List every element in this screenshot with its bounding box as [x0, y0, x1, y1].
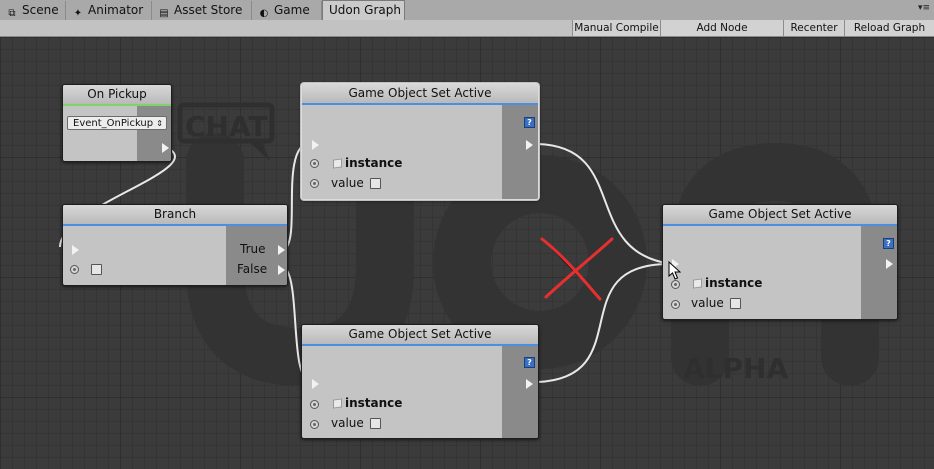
flow-output-port[interactable] [886, 259, 893, 269]
tab-scene[interactable]: ⧉ Scene [0, 1, 66, 20]
instance-label: instance [705, 276, 763, 290]
recenter-button[interactable]: Recenter [783, 20, 844, 36]
condition-input-port[interactable] [70, 265, 79, 274]
alpha-label: ALPHA [683, 352, 788, 385]
reload-graph-button[interactable]: Reload Graph [844, 20, 934, 36]
value-checkbox[interactable] [730, 298, 741, 309]
animator-icon: ✦ [73, 8, 83, 19]
value-label: value [331, 176, 364, 190]
gameobject-icon [333, 158, 342, 169]
scene-icon: ⧉ [8, 8, 16, 19]
manual-compile-button[interactable]: Manual Compile [572, 20, 660, 36]
tab-label: Udon Graph [329, 3, 401, 17]
tab-label: Asset Store [174, 3, 243, 17]
false-output-label: False [237, 262, 268, 276]
chat-logo-text: CHAT [185, 110, 268, 143]
flow-output-port[interactable] [526, 379, 533, 389]
event-name-dropdown[interactable]: Event_OnPickup ⇕ [67, 116, 167, 130]
tab-asset-store[interactable]: ▤ Asset Store [152, 1, 252, 20]
node-title: Game Object Set Active [302, 325, 538, 346]
node-branch[interactable]: Branch True False [62, 204, 288, 286]
help-icon[interactable]: ? [883, 238, 894, 249]
add-node-button[interactable]: Add Node [660, 20, 783, 36]
help-icon[interactable]: ? [524, 357, 535, 368]
node-title: Branch [63, 205, 287, 226]
value-input-port[interactable] [310, 179, 319, 188]
instance-input-port[interactable] [310, 400, 319, 409]
dropdown-value: Event_OnPickup [73, 118, 154, 129]
condition-checkbox[interactable] [91, 264, 102, 275]
tab-label: Animator [88, 3, 144, 17]
node-title: On Pickup [63, 85, 171, 106]
value-checkbox[interactable] [370, 418, 381, 429]
editor-tab-bar: ⧉ Scene ✦ Animator ▤ Asset Store ◐ Game Udon… [0, 0, 934, 21]
graph-toolbar: Manual Compile Add Node Recenter Reload … [0, 20, 934, 37]
gameobject-icon [693, 278, 702, 289]
udon-graph-canvas[interactable]: CHAT ALPHA On Pickup Event_OnPickup ⇕ Br… [0, 37, 934, 469]
help-icon[interactable]: ? [524, 117, 535, 128]
tab-animator[interactable]: ✦ Animator [66, 1, 152, 20]
value-label: value [331, 416, 364, 430]
false-output-port[interactable] [278, 265, 285, 275]
flow-input-port[interactable] [72, 245, 79, 255]
instance-label: instance [345, 396, 403, 410]
node-set-active-right[interactable]: Game Object Set Active ? instance value [662, 204, 898, 320]
flow-input-port[interactable] [312, 379, 319, 389]
dropdown-arrow-icon: ⇕ [156, 119, 163, 128]
mouse-cursor-icon [668, 261, 682, 280]
instance-label: instance [345, 156, 403, 170]
value-input-port[interactable] [310, 420, 319, 429]
value-input-port[interactable] [671, 300, 680, 309]
game-icon: ◐ [259, 8, 269, 19]
tab-label: Scene [22, 3, 59, 17]
flow-input-port[interactable] [312, 140, 319, 150]
tab-game[interactable]: ◐ Game [252, 1, 322, 20]
node-title: Game Object Set Active [663, 205, 897, 226]
tab-menu-icon[interactable]: ▾≡ [918, 3, 930, 13]
value-label: value [691, 296, 724, 310]
gameobject-icon [333, 398, 342, 409]
node-set-active-top[interactable]: Game Object Set Active ? instance value [301, 83, 539, 200]
node-title: Game Object Set Active [302, 84, 538, 105]
flow-output-port[interactable] [526, 140, 533, 150]
node-on-pickup[interactable]: On Pickup Event_OnPickup ⇕ [62, 84, 172, 162]
true-output-label: True [240, 242, 266, 256]
node-set-active-bottom[interactable]: Game Object Set Active ? instance value [301, 324, 539, 439]
tab-udon-graph[interactable]: Udon Graph [322, 0, 405, 21]
instance-input-port[interactable] [671, 280, 680, 289]
flow-output-port[interactable] [162, 143, 169, 153]
tab-label: Game [274, 3, 310, 17]
instance-input-port[interactable] [310, 159, 319, 168]
true-output-port[interactable] [278, 245, 285, 255]
value-checkbox[interactable] [370, 178, 381, 189]
asset-store-icon: ▤ [159, 8, 169, 19]
